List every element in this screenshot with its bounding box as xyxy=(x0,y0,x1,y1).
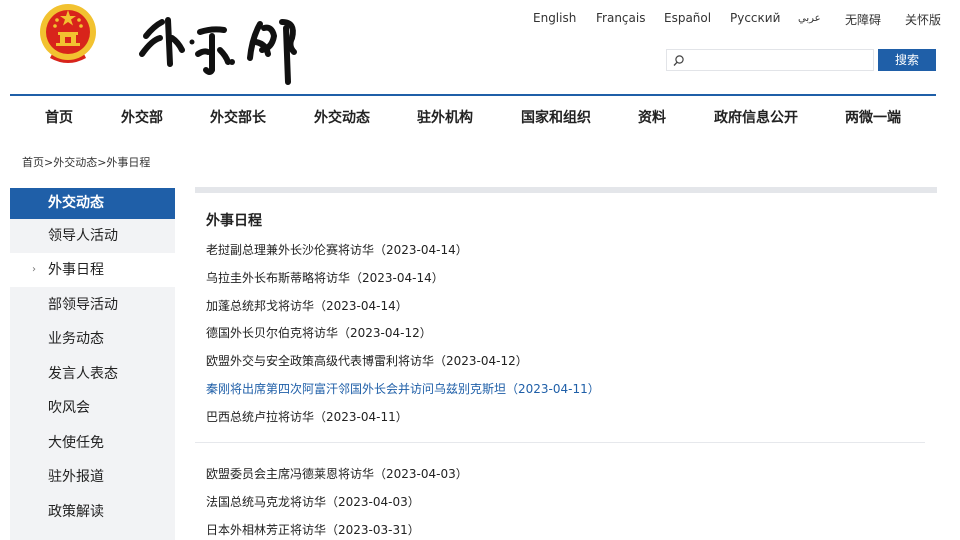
nav-item-minister[interactable]: 外交部长 xyxy=(210,107,266,127)
nav-item-missions-abroad[interactable]: 驻外机构 xyxy=(417,107,473,127)
sidebar-item-business-news[interactable]: 业务动态 xyxy=(10,322,175,356)
sidebar-item-ambassador-appointments[interactable]: 大使任免 xyxy=(10,426,175,460)
sidebar-item-overseas-reports[interactable]: 驻外报道 xyxy=(10,460,175,494)
breadcrumb[interactable]: 首页>外交动态>外事日程 xyxy=(22,154,150,170)
nav-item-ministry[interactable]: 外交部 xyxy=(121,107,163,127)
national-emblem-icon xyxy=(36,0,100,68)
news-item[interactable]: 乌拉圭外长布斯蒂略将访华（2023-04-14） xyxy=(206,269,444,286)
search-button[interactable]: 搜索 xyxy=(878,49,936,71)
care-mode-link[interactable]: 关怀版 xyxy=(905,11,941,28)
nav-top-divider xyxy=(10,94,936,96)
sidebar-title[interactable]: 外交动态 xyxy=(10,188,175,219)
content-header-bar xyxy=(195,187,937,193)
language-bar: English Français Español Русский عربي 无障… xyxy=(520,11,950,27)
nav-item-countries-orgs[interactable]: 国家和组织 xyxy=(521,107,591,127)
news-item[interactable]: 老挝副总理兼外长沙伦赛将访华（2023-04-14） xyxy=(206,241,468,258)
news-item[interactable]: 欧盟委员会主席冯德莱恩将访华（2023-04-03） xyxy=(206,465,468,482)
lang-link-francais[interactable]: Français xyxy=(596,11,645,25)
sidebar: 外交动态 领导人活动 › 外事日程 部领导活动 业务动态 发言人表态 吹风会 大… xyxy=(10,188,175,540)
mfa-calligraphy-logo[interactable] xyxy=(132,8,312,88)
sidebar-item-policy-interpretation[interactable]: 政策解读 xyxy=(10,495,175,529)
search-icon xyxy=(672,53,686,67)
chevron-right-icon: › xyxy=(32,264,36,275)
news-item[interactable]: 德国外长贝尔伯克将访华（2023-04-12） xyxy=(206,324,432,341)
news-item-hovered[interactable]: 秦刚将出席第四次阿富汗邻国外长会并访问乌兹别克斯坦（2023-04-11） xyxy=(206,380,600,397)
news-item[interactable]: 法国总统马克龙将访华（2023-04-03） xyxy=(206,493,420,510)
sidebar-item-spokesperson[interactable]: 发言人表态 xyxy=(10,357,175,391)
news-item[interactable]: 巴西总统卢拉将访华（2023-04-11） xyxy=(206,408,408,425)
news-item[interactable]: 日本外相林芳正将访华（2023-03-31） xyxy=(206,521,420,538)
accessibility-link[interactable]: 无障碍 xyxy=(845,11,881,28)
news-item[interactable]: 欧盟外交与安全政策高级代表博雷利将访华（2023-04-12） xyxy=(206,352,528,369)
lang-link-arabic[interactable]: عربي xyxy=(798,13,821,24)
news-item[interactable]: 加蓬总统邦戈将访华（2023-04-14） xyxy=(206,297,408,314)
sidebar-item-foreign-affairs-schedule[interactable]: › 外事日程 xyxy=(10,253,175,287)
nav-item-resources[interactable]: 资料 xyxy=(638,107,666,127)
page-title: 外事日程 xyxy=(206,213,262,229)
sidebar-item-leader-activities[interactable]: 领导人活动 xyxy=(10,219,175,253)
lang-link-espanol[interactable]: Español xyxy=(664,11,711,25)
sidebar-item-briefing[interactable]: 吹风会 xyxy=(10,391,175,425)
sidebar-item-ministry-leaders[interactable]: 部领导活动 xyxy=(10,288,175,322)
nav-item-home[interactable]: 首页 xyxy=(45,107,73,127)
nav-item-social-media[interactable]: 两微一端 xyxy=(845,107,901,127)
lang-link-english[interactable]: English xyxy=(533,11,576,25)
lang-link-russian[interactable]: Русский xyxy=(730,11,780,25)
nav-item-gov-info[interactable]: 政府信息公开 xyxy=(714,107,798,127)
search-input[interactable] xyxy=(689,51,873,71)
search-box xyxy=(666,49,874,71)
sidebar-item-label: 外事日程 xyxy=(48,262,104,278)
list-divider xyxy=(195,442,925,443)
nav-item-diplomatic-news[interactable]: 外交动态 xyxy=(314,107,370,127)
